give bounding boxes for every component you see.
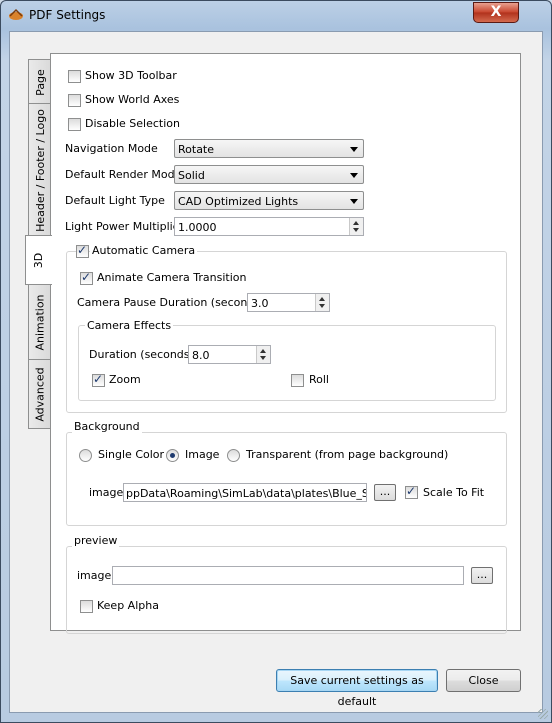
zoom-checkbox[interactable]: [92, 372, 105, 387]
chevron-down-icon: [350, 199, 358, 204]
tab-3d[interactable]: 3D: [25, 235, 52, 285]
single-color-label: Single Color: [98, 448, 165, 461]
keep-alpha-label: Keep Alpha: [97, 599, 159, 612]
keep-alpha-checkbox[interactable]: [80, 600, 93, 613]
image-radio-label: Image: [185, 448, 220, 461]
tab-panel-3d: Show 3D Toolbar Show World Axes Disable …: [50, 53, 521, 634]
camera-effects-title: Camera Effects: [85, 319, 174, 332]
show-world-axes-label: Show World Axes: [85, 93, 180, 106]
animate-camera-transition-label: Animate Camera Transition: [97, 271, 247, 284]
resize-grip-icon[interactable]: [538, 709, 548, 719]
window-title: PDF Settings: [29, 8, 106, 22]
tab-header-footer-logo[interactable]: Header / Footer / Logo: [28, 103, 51, 237]
light-type-label: Default Light Type: [65, 194, 165, 207]
chevron-down-icon: [350, 173, 358, 178]
camera-pause-spinbox[interactable]: 3.0: [247, 293, 330, 312]
navigation-mode-label: Navigation Mode: [65, 142, 158, 155]
camera-effects-group: [78, 325, 496, 401]
spin-down-icon: [260, 356, 266, 360]
transparent-label: Transparent (from page background): [246, 448, 449, 461]
render-mode-label: Default Render Mode: [65, 168, 182, 181]
light-power-spinbox[interactable]: 1.0000: [174, 217, 364, 236]
roll-label: Roll: [309, 373, 329, 386]
effects-duration-label: Duration (seconds): [89, 348, 194, 361]
scale-to-fit-checkbox[interactable]: [405, 484, 418, 499]
preview-title: preview: [72, 534, 120, 547]
zoom-label: Zoom: [109, 373, 141, 386]
background-browse-button[interactable]: ...: [374, 484, 396, 501]
light-power-label: Light Power Multiplier: [65, 220, 184, 233]
single-color-radio[interactable]: [79, 449, 92, 462]
pdf-settings-window: PDF Settings X Page Header / Footer / Lo…: [0, 0, 552, 723]
preview-browse-button[interactable]: ...: [471, 567, 493, 584]
tab-animation[interactable]: Animation: [28, 283, 51, 361]
disable-selection-label: Disable Selection: [85, 117, 180, 130]
spin-up-icon: [319, 297, 325, 301]
tab-advanced[interactable]: Advanced: [28, 359, 51, 429]
spin-up-icon: [353, 221, 359, 225]
spin-buttons[interactable]: [315, 294, 329, 311]
background-group: [66, 432, 507, 526]
app-icon: [9, 8, 23, 20]
automatic-camera-title: Automatic Camera: [90, 244, 198, 257]
window-close-button[interactable]: X: [473, 2, 519, 23]
image-radio[interactable]: [166, 449, 179, 462]
show-3d-toolbar-label: Show 3D Toolbar: [85, 69, 177, 82]
camera-pause-label: Camera Pause Duration (seconds): [77, 296, 265, 309]
title-bar[interactable]: PDF Settings X: [1, 1, 551, 29]
transparent-radio[interactable]: [227, 449, 240, 462]
background-title: Background: [72, 420, 142, 433]
spin-buttons[interactable]: [256, 346, 270, 363]
animate-camera-transition-checkbox[interactable]: [80, 270, 93, 285]
show-world-axes-checkbox[interactable]: [68, 94, 81, 107]
light-type-select[interactable]: CAD Optimized Lights: [174, 191, 364, 210]
show-3d-toolbar-checkbox[interactable]: [68, 70, 81, 83]
disable-selection-checkbox[interactable]: [68, 118, 81, 131]
navigation-mode-select[interactable]: Rotate: [174, 139, 364, 158]
render-mode-select[interactable]: Solid: [174, 165, 364, 184]
save-default-button[interactable]: Save current settings as default: [276, 669, 438, 708]
preview-image-path-input[interactable]: [112, 566, 464, 585]
automatic-camera-checkbox[interactable]: [76, 243, 89, 258]
spin-up-icon: [260, 349, 266, 353]
spin-down-icon: [319, 304, 325, 308]
spin-buttons[interactable]: [349, 218, 363, 235]
preview-group: [66, 546, 507, 634]
chevron-down-icon: [350, 147, 358, 152]
spin-down-icon: [353, 228, 359, 232]
close-button[interactable]: Close: [446, 669, 521, 692]
background-image-label: image: [89, 486, 124, 499]
scale-to-fit-label: Scale To Fit: [423, 486, 485, 499]
roll-checkbox[interactable]: [291, 374, 304, 387]
background-image-path-input[interactable]: ppData\Roaming\SimLab\data\plates\Blue_S…: [123, 483, 367, 502]
effects-duration-spinbox[interactable]: 8.0: [188, 345, 271, 364]
tab-page[interactable]: Page: [28, 59, 51, 105]
preview-image-label: image: [77, 569, 112, 582]
